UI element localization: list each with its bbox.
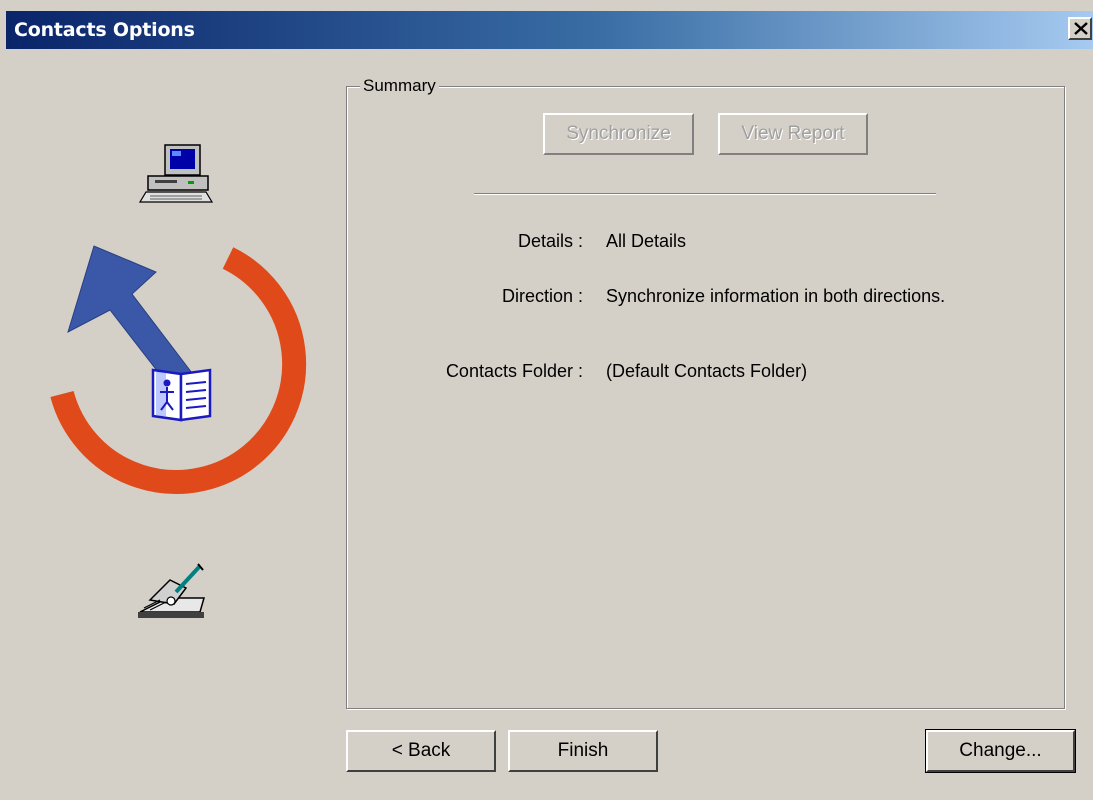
finish-button[interactable]: Finish xyxy=(508,730,658,772)
close-icon xyxy=(1074,22,1088,35)
contacts-folder-label: Contacts Folder : xyxy=(445,361,583,381)
synchronize-button[interactable]: Synchronize xyxy=(543,113,694,155)
contacts-folder-value: (Default Contacts Folder) xyxy=(606,361,808,381)
change-button[interactable]: Change... xyxy=(925,729,1076,773)
view-report-button[interactable]: View Report xyxy=(718,113,868,155)
direction-label: Direction : xyxy=(501,286,583,306)
pda-icon xyxy=(138,563,205,618)
separator xyxy=(474,193,936,195)
details-value: All Details xyxy=(606,231,687,251)
close-button[interactable] xyxy=(1068,17,1092,40)
sync-illustration xyxy=(10,52,340,800)
title-bar[interactable]: Contacts Options xyxy=(6,11,1093,49)
window-title: Contacts Options xyxy=(14,19,195,41)
sync-arrow-icon xyxy=(67,245,193,391)
summary-groupbox xyxy=(346,86,1065,709)
back-button[interactable]: < Back xyxy=(346,730,496,772)
address-book-icon xyxy=(151,368,212,422)
computer-icon xyxy=(138,144,214,203)
summary-label: Summary xyxy=(360,76,439,96)
direction-value: Synchronize information in both directio… xyxy=(606,286,946,306)
contacts-options-dialog: Contacts Options Summary Synchronize Vie… xyxy=(0,0,1093,800)
details-label: Details : xyxy=(517,231,583,251)
